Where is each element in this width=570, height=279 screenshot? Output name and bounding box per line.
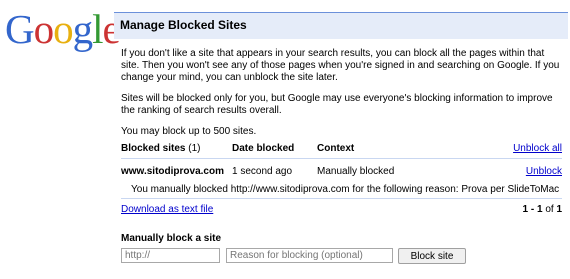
block-reason-input[interactable] [226, 248, 393, 263]
google-logo: Google [5, 6, 121, 52]
manual-block-title: Manually block a site [121, 233, 222, 244]
header-bar: Manage Blocked Sites [114, 12, 568, 39]
logo-letter-g: G [5, 6, 35, 52]
logo-letter-o2: o [53, 6, 73, 52]
blocked-date: 1 second ago [232, 166, 293, 177]
table-header-row: Blocked sites (1) Date blocked Context U… [121, 143, 562, 159]
blocked-sites-table: Blocked sites (1) Date blocked Context U… [121, 143, 562, 182]
intro-text: If you don't like a site that appears in… [121, 48, 561, 147]
block-reason-row: You manually blocked http://www.sitodipr… [121, 183, 562, 199]
pagination: 1 - 1 of 1 [522, 204, 562, 215]
logo-letter-l: l [92, 6, 103, 52]
table-footer: Download as text file 1 - 1 of 1 [121, 204, 562, 215]
intro-paragraph-1: If you don't like a site that appears in… [121, 48, 560, 83]
blocked-count: (1) [188, 143, 201, 154]
header-context: Context [317, 143, 355, 154]
block-reason-text: You manually blocked http://www.sitodipr… [131, 184, 560, 195]
intro-paragraph-3: You may block up to 500 sites. [121, 126, 257, 137]
intro-paragraph-2: Sites will be blocked only for you, but … [121, 93, 553, 116]
unblock-all-link[interactable]: Unblock all [513, 143, 562, 154]
header-date-blocked: Date blocked [232, 143, 295, 154]
header-blocked-sites: Blocked sites (1) [121, 143, 201, 154]
site-url-input[interactable] [121, 248, 220, 263]
download-text-link[interactable]: Download as text file [121, 204, 213, 215]
blocked-site-domain: www.sitodiprova.com [121, 166, 224, 177]
unblock-link[interactable]: Unblock [526, 166, 562, 177]
page-title: Manage Blocked Sites [120, 18, 247, 32]
block-site-button[interactable]: Block site [398, 248, 466, 264]
blocked-context: Manually blocked [317, 166, 395, 177]
logo-letter-g2: g [72, 6, 93, 52]
table-row: www.sitodiprova.com 1 second ago Manuall… [121, 166, 562, 182]
logo-letter-o1: o [33, 6, 54, 52]
